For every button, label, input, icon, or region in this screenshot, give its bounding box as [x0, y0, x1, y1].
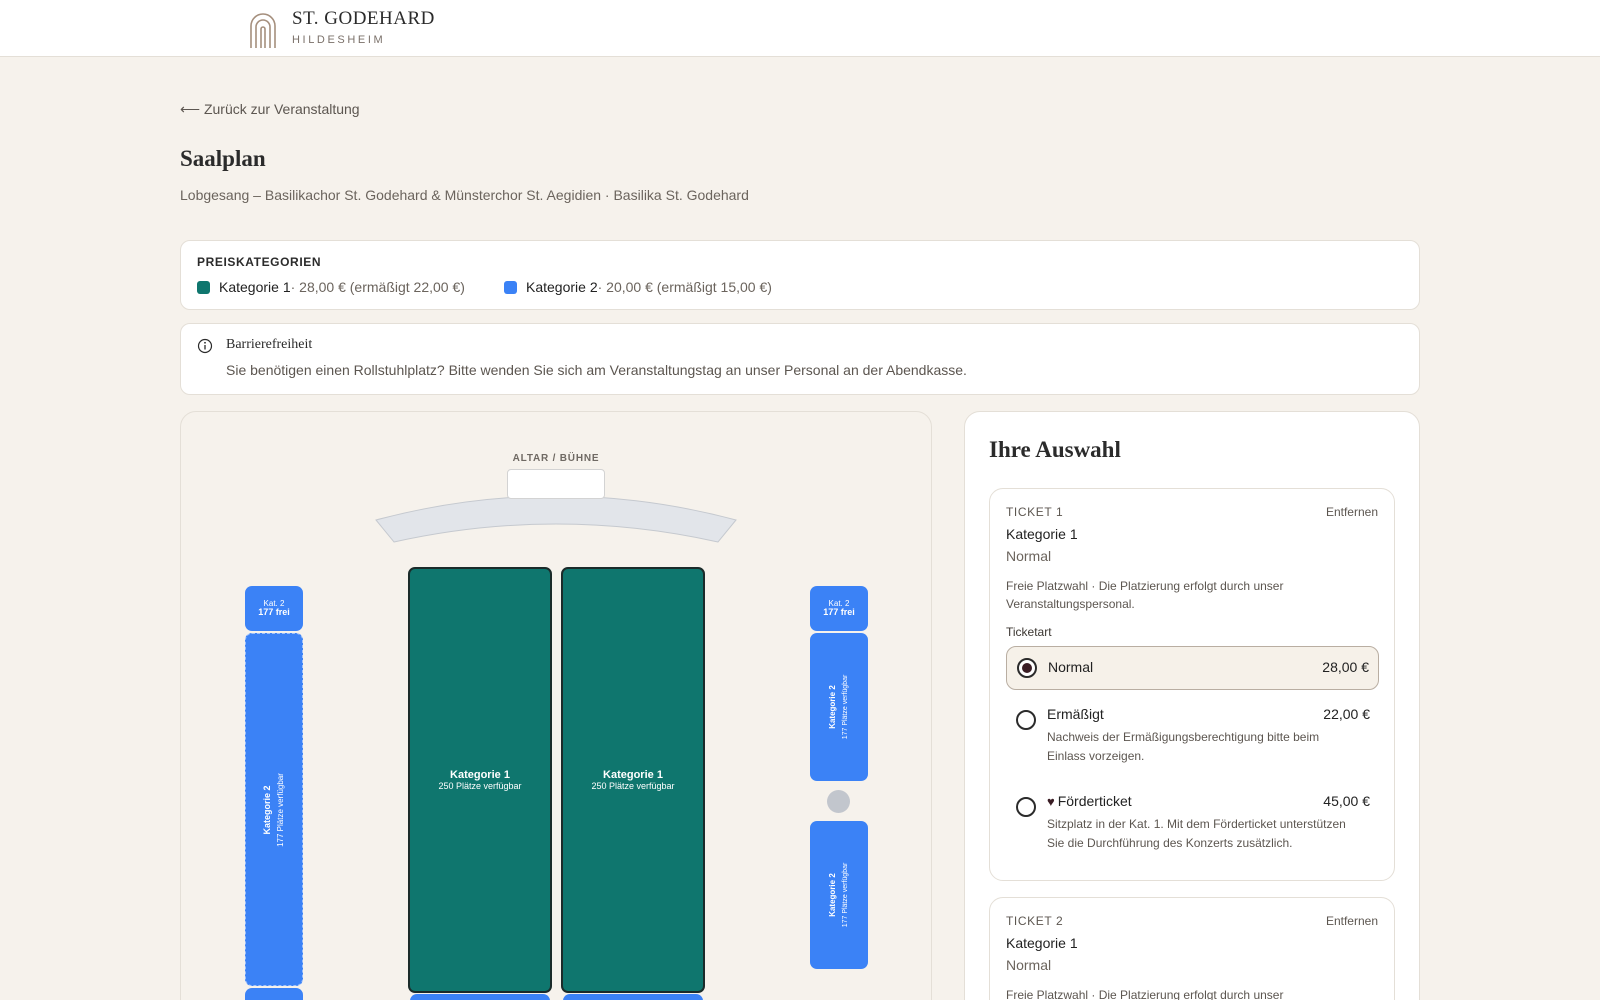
radio[interactable] [1016, 710, 1036, 730]
option-price: 28,00 € [1322, 659, 1369, 675]
block-availability: 177 Plätze verfügbar [276, 772, 285, 847]
ticket-number: TICKET 2 [1006, 914, 1064, 928]
legend-name: Kategorie 1 [219, 279, 291, 295]
block-availability: 250 Plätze verfügbar [591, 781, 675, 791]
selection-title: Ihre Auswahl [989, 437, 1121, 462]
seat-block-left-small[interactable]: Kat. 2 177 frei [245, 586, 303, 631]
ticket-note: Freie Platzwahl · Die Platzierung erfolg… [1006, 579, 1284, 611]
ticket-category: Kategorie 1 [1006, 526, 1078, 542]
stage-label: ALTAR / BÜHNE [512, 453, 600, 464]
price-categories-card: PREISKATEGORIEN Kategorie 1 · 28,00 € (e… [180, 240, 1420, 310]
heart-icon: ♥ [1047, 794, 1055, 809]
ticket-card: TICKET 2 Entfernen Kategorie 1 Normal Fr… [989, 897, 1395, 1000]
ticket-note: Freie Platzwahl · Die Platzierung erfolg… [1006, 988, 1284, 1000]
ticket-option-support[interactable]: ♥ Förderticket 45,00 € Sitzplatz in der K… [1006, 785, 1379, 865]
ticket-type-label: Ticketart [1006, 625, 1052, 639]
ticket-type: Normal [1006, 548, 1052, 564]
legend-price: · 28,00 € (ermäßigt 22,00 €) [290, 279, 465, 295]
event-subtitle: Lobgesang – Basilikachor St. Godehard & … [180, 187, 749, 203]
seat-block-left-tall[interactable]: Kategorie 2 177 Plätze verfügbar [245, 633, 303, 986]
accessibility-text: Sie benötigen einen Rollstuhlplatz? Bitt… [226, 362, 967, 378]
legend-price: · 20,00 € (ermäßigt 15,00 €) [597, 279, 772, 295]
block-availability: 250 Plätze verfügbar [438, 781, 522, 791]
arch-logo-icon[interactable] [249, 11, 277, 49]
seat-block-right-upper[interactable]: Kategorie 2 177 Plätze verfügbar [810, 633, 868, 781]
back-to-event-link[interactable]: ⟵ Zurück zur Veranstaltung [180, 101, 360, 118]
ticket-option-normal[interactable]: Normal 28,00 € [1006, 646, 1379, 690]
price-categories-heading: PREISKATEGORIEN [197, 255, 322, 269]
ticket-card: TICKET 1 Entfernen Kategorie 1 Normal Fr… [989, 488, 1395, 881]
option-name: Normal [1048, 659, 1094, 675]
legend-item-category-2: Kategorie 2 · 20,00 € (ermäßigt 15,00 €) [504, 279, 772, 295]
altar-box [507, 469, 605, 499]
ticket-option-reduced[interactable]: Ermäßigt 22,00 € Nachweis der Ermäßigung… [1006, 698, 1379, 778]
seat-block-left-bottom[interactable] [245, 988, 303, 1000]
block-title: Kategorie 2 [828, 873, 837, 917]
block-title: Kategorie 2 [262, 784, 272, 835]
option-description: Sitzplatz in der Kat. 1. Mit dem Fördert… [1047, 817, 1346, 850]
option-price: 45,00 € [1323, 793, 1370, 809]
seat-block-center-left-rear[interactable] [410, 994, 550, 1000]
seat-block-center-right-rear[interactable] [563, 994, 703, 1000]
radio-selected[interactable] [1017, 658, 1037, 678]
block-availability: 177 frei [823, 607, 855, 617]
option-price: 22,00 € [1323, 706, 1370, 722]
site-title[interactable]: ST. GODEHARD [292, 8, 435, 30]
ticket-number: TICKET 1 [1006, 505, 1064, 519]
block-title: Kategorie 2 [828, 685, 837, 729]
option-name: Ermäßigt [1047, 706, 1104, 722]
remove-ticket-button[interactable]: Entfernen [1326, 505, 1378, 519]
block-title: Kategorie 1 [603, 769, 663, 781]
block-availability: 177 Plätze verfügbar [842, 862, 849, 928]
top-bar: ST. GODEHARD HILDESHEIM [0, 0, 1600, 57]
seat-block-center-left[interactable]: Kategorie 1 250 Plätze verfügbar [408, 567, 552, 993]
block-title: Kategorie 1 [450, 769, 510, 781]
category-2-swatch [504, 280, 517, 294]
seat-block-center-right[interactable]: Kategorie 1 250 Plätze verfügbar [561, 567, 705, 993]
option-name: Förderticket [1057, 793, 1132, 809]
legend-item-category-1: Kategorie 1 · 28,00 € (ermäßigt 22,00 €) [197, 279, 465, 295]
seat-block-right-small[interactable]: Kat. 2 177 frei [810, 586, 868, 631]
option-description: Nachweis der Ermäßigungsberechtigung bit… [1047, 730, 1320, 763]
block-availability: 177 Plätze verfügbar [842, 674, 849, 740]
info-icon [197, 338, 213, 354]
seat-block-right-lower[interactable]: Kategorie 2 177 Plätze verfügbar [810, 821, 868, 969]
pillar [827, 790, 850, 813]
legend-name: Kategorie 2 [526, 279, 598, 295]
ticket-category: Kategorie 1 [1006, 935, 1078, 951]
site-subtitle: HILDESHEIM [292, 34, 386, 46]
radio[interactable] [1016, 797, 1036, 817]
block-availability: 177 frei [258, 607, 290, 617]
accessibility-title: Barrierefreiheit [226, 337, 313, 352]
category-1-swatch [197, 280, 210, 294]
remove-ticket-button[interactable]: Entfernen [1326, 914, 1378, 928]
accessibility-card: Barrierefreiheit Sie benötigen einen Rol… [180, 323, 1420, 395]
page-title: Saalplan [180, 146, 266, 171]
ticket-type: Normal [1006, 957, 1052, 973]
